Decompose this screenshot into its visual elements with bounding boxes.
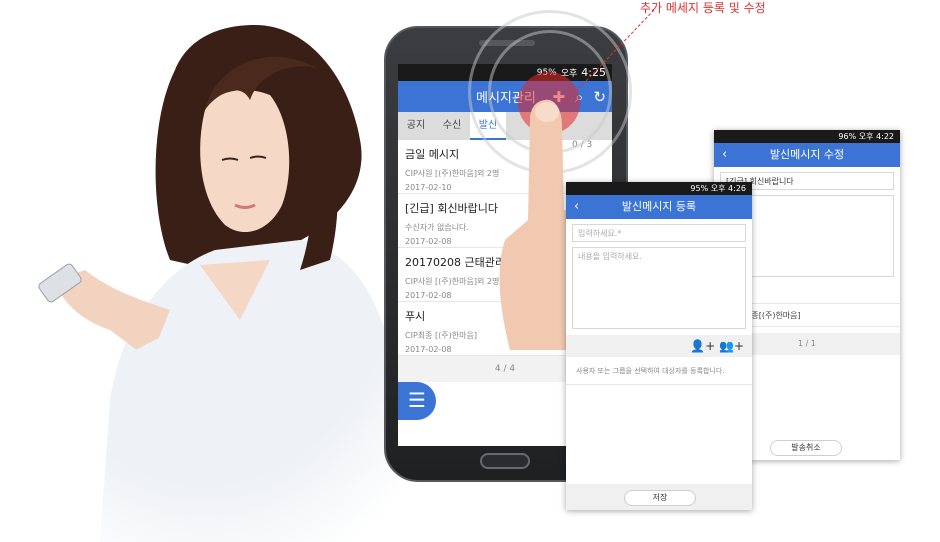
save-button[interactable]: 저장 [624,490,696,506]
edit-app-bar: ‹ 발신메시지 수정 [714,143,900,167]
battery-level: 95% [690,184,709,193]
body-input[interactable]: 내용을 입력하세요. [572,247,746,329]
add-group-icon[interactable]: 👥+ [719,339,744,353]
battery-level: 96% [838,132,857,141]
register-app-bar: ‹ 발신메시지 등록 [566,195,752,219]
recipient-hint: 사용자 또는 그룹을 선택하여 대상자를 등록합니다. [566,357,752,385]
back-icon[interactable]: ‹ [722,143,727,167]
register-title: 발신메시지 등록 [621,200,697,213]
annotation-label: 추가 메세지 등록 및 수정 [640,1,766,15]
menu-icon: ☰ [408,388,426,412]
subject-input[interactable]: 입력하세요.* [572,224,746,242]
status-bar: 95% 오후 4:26 [566,182,752,195]
menu-button[interactable]: ☰ [398,382,436,420]
tab-received[interactable]: 수신 [434,112,470,140]
register-screen: 95% 오후 4:26 ‹ 발신메시지 등록 입력하세요.* 내용을 입력하세요… [566,182,752,510]
recipient-toolbar: 👤+ 👥+ [566,335,752,357]
woman-illustration [0,0,410,542]
tab-notice[interactable]: 공지 [398,112,434,140]
back-icon[interactable]: ‹ [574,195,579,219]
add-user-icon[interactable]: 👤+ [690,339,715,353]
cancel-send-button[interactable]: 발송취소 [770,440,842,456]
status-bar: 96% 오후 4:22 [714,130,900,143]
status-time: 4:26 [728,184,746,193]
home-button[interactable] [480,453,530,469]
status-ampm: 오후 [858,132,874,141]
status-time: 4:22 [876,132,894,141]
status-ampm: 오후 [710,184,726,193]
edit-title: 발신메시지 수정 [769,148,845,161]
